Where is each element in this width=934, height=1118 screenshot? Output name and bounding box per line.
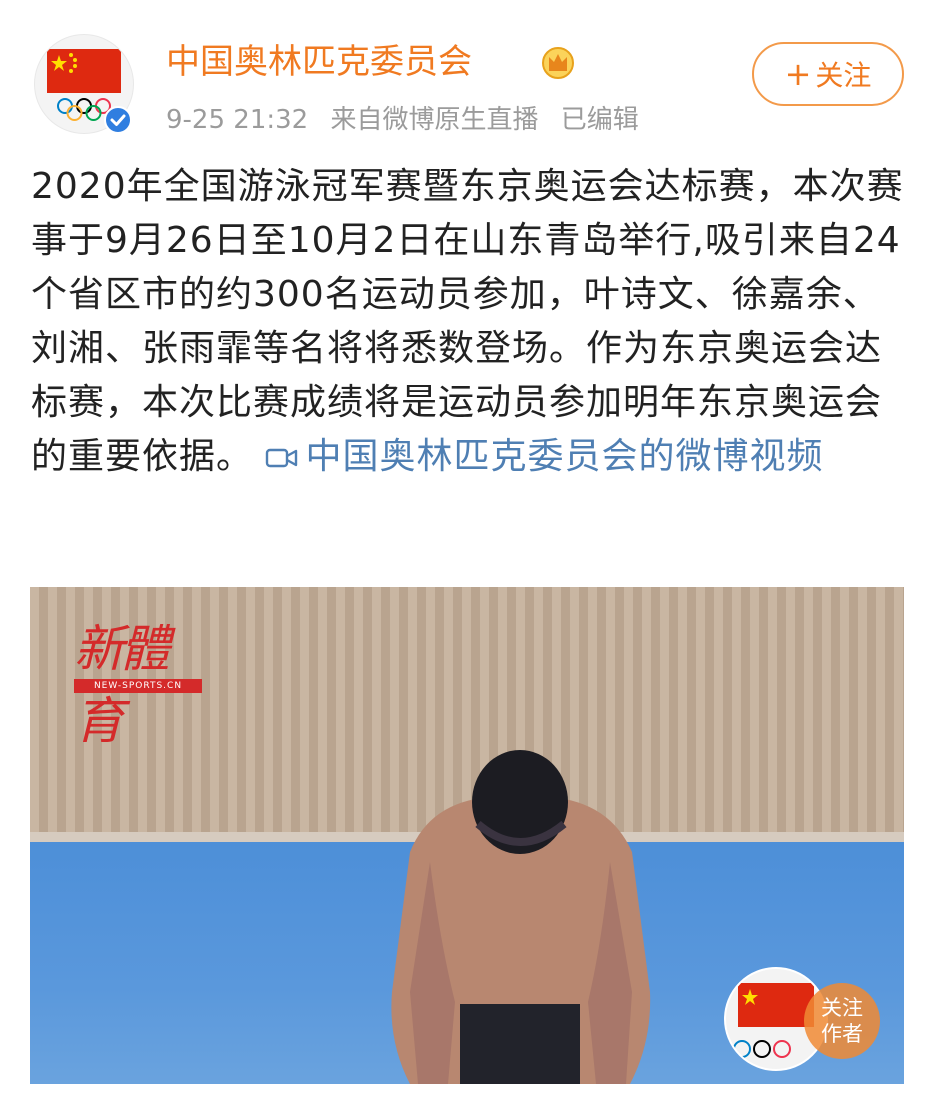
follow-author-button[interactable]: 关注 作者 [804,983,880,1059]
post-meta: 9-25 21:32 来自微博原生直播 已编辑 [166,103,653,137]
edited-label[interactable]: 已编辑 [561,105,639,135]
china-flag-icon [47,49,121,93]
post-body: 2020年全国游泳冠军赛暨东京奥运会达标赛，本次赛事于9月26日至10月2日在山… [31,160,911,484]
author-name[interactable]: 中国奥林匹克委员会 [166,40,472,84]
post-header: 中国奥林匹克委员会 9-25 21:32 来自微博原生直播 已编辑 + 关注 [0,0,934,150]
watermark-subtext: NEW-SPORTS.CN [74,679,202,693]
video-link[interactable]: 中国奥林匹克委员会的微博视频 [265,436,823,477]
video-link-label: 中国奥林匹克委员会的微博视频 [305,436,824,477]
video-camera-icon [266,448,298,468]
video-player[interactable]: 新體育 NEW-SPORTS.CN 关注 作者 [30,587,904,1084]
follow-author-line1: 关注 [821,996,863,1020]
swimmer-figure [391,750,651,1084]
follow-label: 关注 [815,59,872,92]
crown-badge-icon [542,47,574,79]
follow-button[interactable]: + 关注 [752,42,904,106]
follow-author-line2: 作者 [821,1022,863,1046]
video-watermark: 新體育 NEW-SPORTS.CN [74,609,204,750]
plus-icon: + [784,55,812,93]
post-timestamp: 9-25 21:32 [166,105,309,135]
post-text: 2020年全国游泳冠军赛暨东京奥运会达标赛，本次赛事于9月26日至10月2日在山… [31,166,904,477]
post-source: 来自微博原生直播 [330,105,539,135]
verified-icon [104,106,132,134]
